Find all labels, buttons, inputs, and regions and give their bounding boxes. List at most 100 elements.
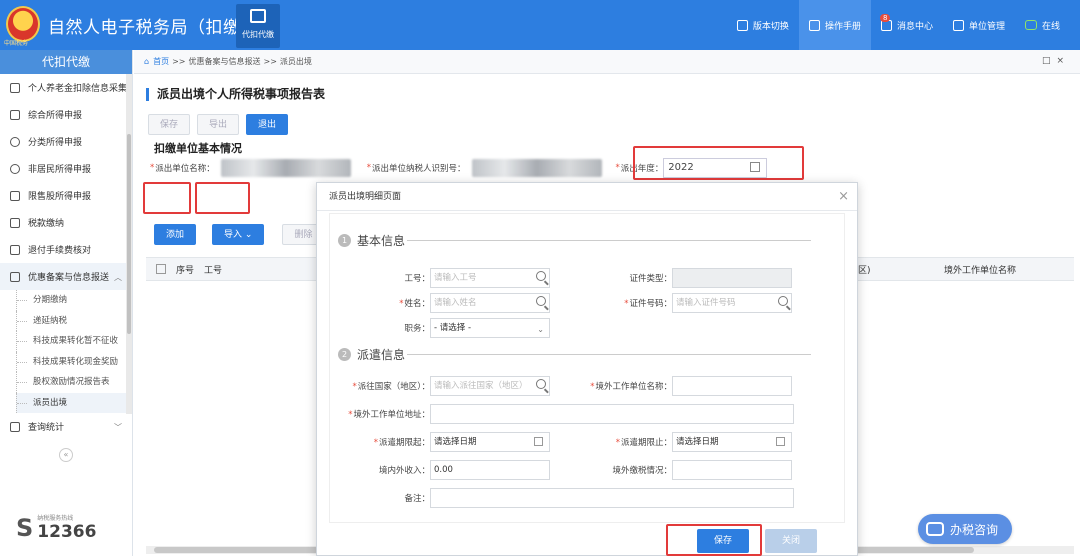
top-nav: 版本切换 操作手册 8 消息中心 单位管理 在线 <box>727 0 1070 50</box>
required-mark: * <box>348 410 353 420</box>
wallet-icon <box>250 9 266 23</box>
foreign-unit-input[interactable] <box>672 376 792 396</box>
sidebar-subitem[interactable]: 科技成果转化暂不征收 <box>16 331 132 352</box>
sidebar-submenu: 分期缴纳 递延纳税 科技成果转化暂不征收 科技成果转化现金奖励 股权激励情况报告… <box>0 290 132 413</box>
import-button[interactable]: 导入 ⌄ <box>212 224 265 245</box>
remark-input[interactable] <box>430 488 794 508</box>
placeholder: 请输入证件号码 <box>676 298 736 308</box>
placeholder: 请输入派往国家（地区） <box>434 381 528 391</box>
field-foreign-tax: 境外缴税情况： <box>578 460 792 480</box>
breadcrumb: ⌂ 首页 >> 优惠备案与信息报送 >> 派员出境 □× <box>134 50 1080 74</box>
sidebar-scrollbar[interactable] <box>126 74 132 414</box>
search-icon[interactable] <box>778 296 788 306</box>
home-icon: ⌂ <box>144 57 150 66</box>
required-mark: * <box>399 299 404 309</box>
sidebar-subitem[interactable]: 分期缴纳 <box>16 290 132 311</box>
sidebar-item-refund-fee[interactable]: 退付手续费核对 <box>0 236 132 263</box>
modal-close-button[interactable]: 关闭 <box>765 529 817 553</box>
foreign-address-input[interactable] <box>430 404 794 424</box>
position-select[interactable]: - 请选择 - ⌄ <box>430 318 550 338</box>
nav-label: 操作手册 <box>824 21 861 32</box>
import-highlight <box>195 182 250 214</box>
hotline-label: 纳税服务热线 <box>37 515 74 522</box>
field-foreign-address: *境外工作单位地址： <box>332 404 794 424</box>
country-input[interactable]: 请输入派往国家（地区） <box>430 376 550 396</box>
nav-unit-management[interactable]: 单位管理 <box>943 0 1015 50</box>
modal-body: 1 基本信息 工号： 请输入工号 证件类型： *姓名： 请输入姓名 *证件号码： <box>329 213 845 523</box>
sidebar-item-stats[interactable]: 查询统计 ﹀ <box>0 413 132 440</box>
nav-label: 版本切换 <box>752 21 789 32</box>
sidebar-item-preferential[interactable]: 优惠备案与信息报送 ︿ <box>0 263 132 290</box>
message-badge: 8 <box>879 13 891 22</box>
nav-online[interactable]: 在线 <box>1015 0 1070 50</box>
window-controls[interactable]: □× <box>1042 56 1070 66</box>
nav-message-center[interactable]: 8 消息中心 <box>871 0 943 50</box>
column-header: 工号 <box>204 265 223 276</box>
sidebar-subitem[interactable]: 科技成果转化现金奖励 <box>16 351 132 372</box>
calendar-icon <box>534 437 543 446</box>
group-basic-info: 1 基本信息 <box>338 232 812 249</box>
sidebar-item-nonresident[interactable]: 非居民所得申报 <box>0 155 132 182</box>
nav-manual[interactable]: 操作手册 <box>798 0 871 50</box>
worker-id-input[interactable]: 请输入工号 <box>430 268 550 288</box>
name-input[interactable]: 请输入姓名 <box>430 293 550 313</box>
field-name: *姓名： 请输入姓名 <box>360 293 550 313</box>
bar-chart-icon <box>10 190 20 201</box>
sidebar-item-restricted-shares[interactable]: 限售股所得申报 <box>0 182 132 209</box>
breadcrumb-home[interactable]: 首页 <box>153 56 169 67</box>
module-withholding[interactable]: 代扣代缴 <box>236 4 280 48</box>
export-button[interactable]: 导出 <box>197 114 240 135</box>
nav-label: 消息中心 <box>896 21 933 32</box>
scrollbar-thumb[interactable] <box>127 134 131 334</box>
sidebar-item-pension[interactable]: 个人养老金扣除信息采集 <box>0 74 132 101</box>
search-icon[interactable] <box>536 379 546 389</box>
field-start-date: *派遣期限起： 请选择日期 <box>332 432 550 452</box>
search-icon <box>10 421 20 432</box>
start-date-label: *派遣期限起： <box>332 436 430 448</box>
close-icon[interactable]: × <box>838 183 849 211</box>
foreign-tax-input[interactable] <box>672 460 792 480</box>
step-number: 2 <box>338 348 351 361</box>
tax-emblem-icon <box>6 6 40 42</box>
consult-button[interactable]: 办税咨询 <box>918 514 1012 544</box>
required-mark: * <box>373 438 378 448</box>
save-button[interactable]: 保存 <box>148 114 191 135</box>
add-button[interactable]: 添加 <box>154 224 197 245</box>
sidebar-item-comprehensive[interactable]: 综合所得申报 <box>0 101 132 128</box>
exit-button[interactable]: 退出 <box>246 114 289 135</box>
sidebar-subitem[interactable]: 递延纳税 <box>16 310 132 331</box>
sidebar-header: 代扣代缴 <box>0 50 132 74</box>
consult-label: 办税咨询 <box>950 522 999 537</box>
building-icon <box>952 19 964 31</box>
worker-id-label: 工号： <box>404 274 430 284</box>
cert-type-label: 证件类型： <box>629 274 672 284</box>
placeholder: 请输入姓名 <box>434 298 477 308</box>
breadcrumb-sep: >> <box>172 57 186 66</box>
field-cert-no: *证件号码： 请输入证件号码 <box>598 293 792 313</box>
collapse-sidebar-button[interactable]: « <box>59 448 73 462</box>
column-header: 境外工作单位名称 <box>944 265 1017 276</box>
switch-icon <box>736 19 748 31</box>
name-label-text: 姓名： <box>404 299 430 309</box>
end-date-input[interactable]: 请选择日期 <box>672 432 792 452</box>
cert-type-input[interactable] <box>672 268 792 288</box>
sidebar-subitem-active[interactable]: 派员出境 <box>16 392 132 413</box>
sidebar-item-classified[interactable]: 分类所得申报 <box>0 128 132 155</box>
modal-header: 派员出境明细页面 × <box>317 183 857 211</box>
year-highlight <box>633 146 804 180</box>
breadcrumb-sep: >> <box>263 57 277 66</box>
divider <box>407 240 812 241</box>
sidebar-item-tax-payment[interactable]: 税款缴纳 <box>0 209 132 236</box>
select-value: - 请选择 - <box>434 323 472 333</box>
select-all-checkbox[interactable] <box>156 264 166 274</box>
required-mark: * <box>590 382 595 392</box>
required-mark: * <box>624 299 629 309</box>
sidebar-subitem[interactable]: 股权激励情况报告表 <box>16 372 132 393</box>
nav-version-switch[interactable]: 版本切换 <box>727 0 799 50</box>
breadcrumb-level1[interactable]: 优惠备案与信息报送 <box>188 56 260 67</box>
search-icon[interactable] <box>536 296 546 306</box>
search-icon[interactable] <box>536 271 546 281</box>
income-input[interactable]: 0.00 <box>430 460 550 480</box>
start-date-input[interactable]: 请选择日期 <box>430 432 550 452</box>
cert-no-input[interactable]: 请输入证件号码 <box>672 293 792 313</box>
